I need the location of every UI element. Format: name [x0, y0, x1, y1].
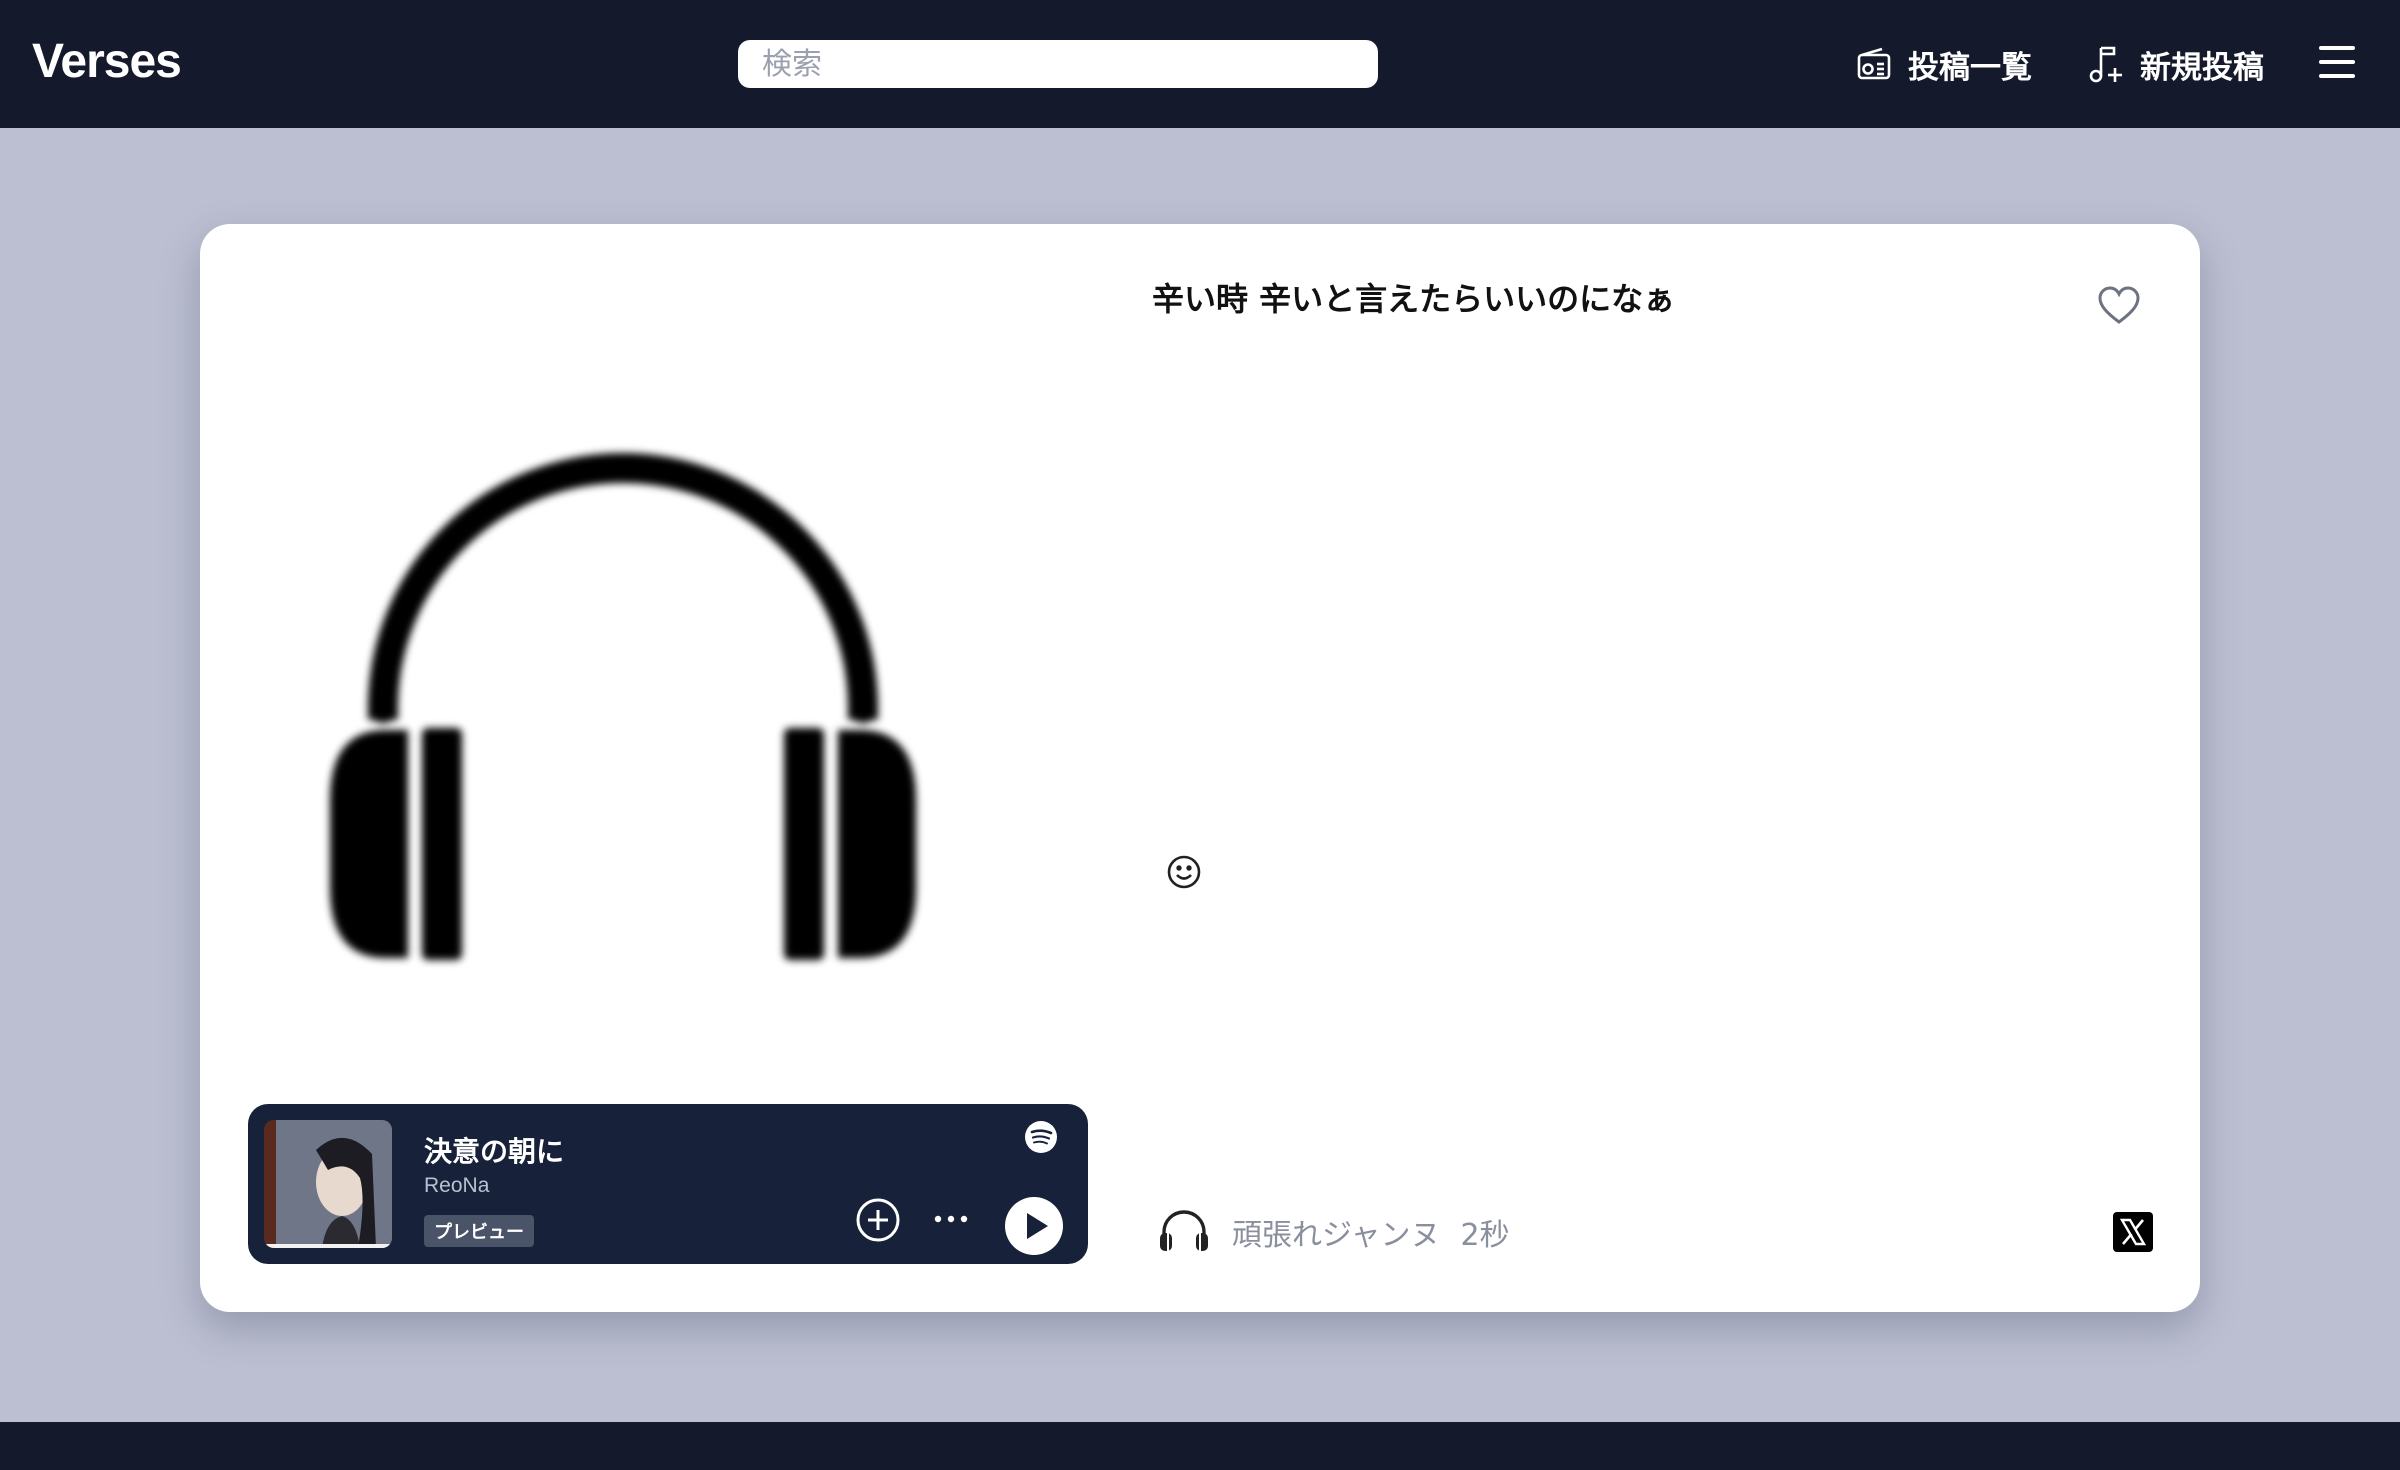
ellipsis-icon[interactable] [933, 1210, 969, 1229]
nav-new-post-link[interactable]: 新規投稿 [2088, 40, 2264, 88]
preview-badge: プレビュー [424, 1215, 534, 1247]
bottom-footer-bar [0, 1422, 2400, 1470]
radio-icon [1856, 46, 1892, 82]
heart-outline-icon[interactable] [2097, 286, 2141, 330]
spotify-player-embed: 決意の朝に ReoNa プレビュー [248, 1104, 1088, 1264]
music-note-plus-icon [2088, 44, 2124, 84]
play-icon[interactable] [1004, 1196, 1064, 1260]
headphones-icon [1158, 1208, 1210, 1256]
track-artist[interactable]: ReoNa [424, 1174, 489, 1198]
x-logo-icon[interactable] [2113, 1212, 2153, 1256]
nav-new-post-label: 新規投稿 [2140, 49, 2264, 86]
post-meta: 頑張れジャンヌ 2秒 [1158, 1208, 1510, 1256]
album-cover[interactable] [264, 1120, 392, 1248]
app-logo[interactable]: Verses [32, 34, 182, 89]
hamburger-menu-icon[interactable] [2318, 42, 2356, 82]
post-card: 辛い時 辛いと言えたらいいのになぁ 決意の朝に ReoNa プレビュー 頑張れジ… [200, 224, 2200, 1312]
plus-circle-icon[interactable] [855, 1197, 901, 1247]
search-input[interactable] [738, 40, 1378, 88]
spotify-icon[interactable] [1024, 1120, 1058, 1158]
nav-posts-link[interactable]: 投稿一覧 [1856, 40, 2032, 88]
track-title[interactable]: 決意の朝に [424, 1130, 564, 1170]
top-navigation-bar: Verses 投稿一覧 新規投稿 [0, 0, 2400, 128]
smiley-icon[interactable] [1166, 854, 1202, 894]
post-username[interactable]: 頑張れジャンヌ [1232, 1210, 1441, 1254]
nav-posts-label: 投稿一覧 [1908, 49, 2032, 86]
post-time-ago: 2秒 [1460, 1218, 1510, 1253]
post-lyric-text: 辛い時 辛いと言えたらいいのになぁ [1152, 280, 1676, 318]
